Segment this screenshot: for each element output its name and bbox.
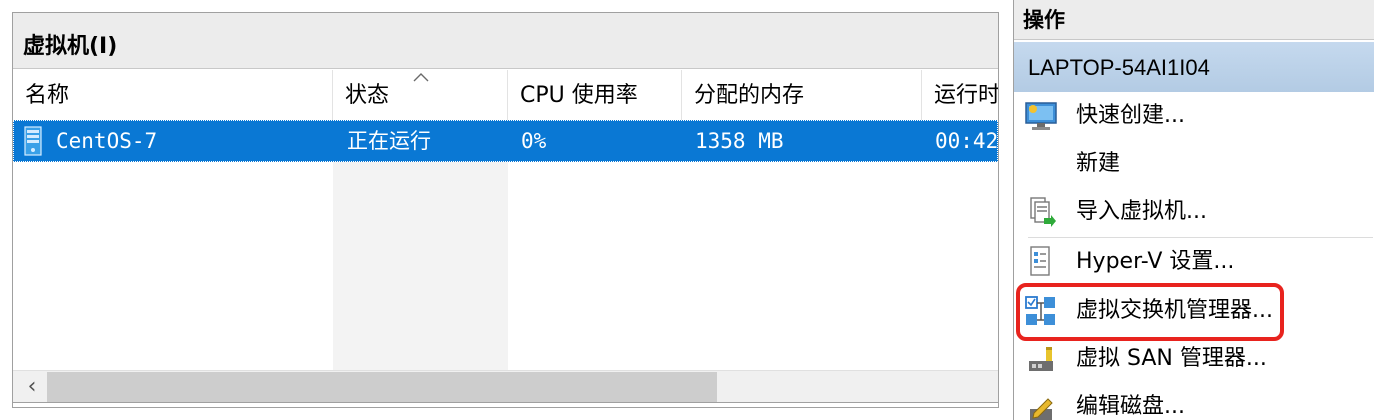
action-new[interactable]: 新建 [1014,140,1374,188]
quick-create-monitor-icon [1025,102,1057,130]
vm-list: CentOS-7 正在运行 0% 1358 MB 00:42: [13,120,998,370]
vm-uptime-cell: 00:42: [935,129,999,153]
virtual-machine-icon [24,126,42,156]
hyper-v-manager: 虚拟机(I) 名称 状态 CPU 使用率 分配的内存 运行时 CentOS-7 … [0,0,1374,420]
action-label: 快速创建... [1076,103,1185,128]
column-header-uptime[interactable]: 运行时 [922,70,998,120]
virtual-machines-panel: 虚拟机(I) 名称 状态 CPU 使用率 分配的内存 运行时 CentOS-7 … [12,12,999,408]
vm-status-cell: 正在运行 [347,129,431,153]
action-import-vm[interactable]: 导入虚拟机... [1014,188,1374,236]
action-label: 新建 [1076,151,1121,176]
table-row[interactable]: CentOS-7 正在运行 0% 1358 MB 00:42: [13,120,998,162]
settings-document-icon [1030,246,1050,276]
action-label: 导入虚拟机... [1076,199,1207,224]
vm-panel-header: 虚拟机(I) [13,13,998,69]
vm-name-cell: CentOS-7 [56,129,158,153]
vm-panel-title: 虚拟机(I) [23,34,118,59]
panel-bottom-border [13,402,998,407]
horizontal-scrollbar[interactable]: ‹ [13,370,998,402]
action-label: Hyper-V 设置... [1076,249,1235,274]
action-label: 编辑磁盘... [1076,394,1185,419]
scroll-left-icon[interactable]: ‹ [19,373,45,401]
action-virtual-san-manager[interactable]: 虚拟 SAN 管理器... [1014,335,1374,383]
sort-ascending-icon [413,73,429,82]
action-hyper-v-settings[interactable]: Hyper-V 设置... [1014,238,1374,286]
column-header-memory[interactable]: 分配的内存 [682,70,922,120]
column-header-row: 名称 状态 CPU 使用率 分配的内存 运行时 [13,70,998,120]
action-label: 虚拟 SAN 管理器... [1076,346,1267,371]
scrollbar-thumb[interactable] [47,372,717,402]
annotation-highlight-box [1016,283,1284,341]
panel-splitter[interactable] [999,0,1013,420]
edit-disk-icon [1030,398,1053,420]
vm-cpu-cell: 0% [521,129,547,153]
host-group-header[interactable]: LAPTOP-54AI1I04 [1014,42,1374,92]
actions-panel-title: 操作 [1014,0,1374,40]
action-edit-disk[interactable]: 编辑磁盘... [1014,383,1374,420]
vm-memory-cell: 1358 MB [695,129,784,153]
action-quick-create[interactable]: 快速创建... [1014,92,1374,140]
actions-panel: 操作 LAPTOP-54AI1I04 快速创建... 新建 导入虚拟机... H… [1013,0,1374,420]
import-vm-icon [1030,197,1056,227]
column-header-cpu[interactable]: CPU 使用率 [508,70,682,120]
virtual-san-icon [1029,347,1053,371]
column-header-name[interactable]: 名称 [13,70,333,120]
